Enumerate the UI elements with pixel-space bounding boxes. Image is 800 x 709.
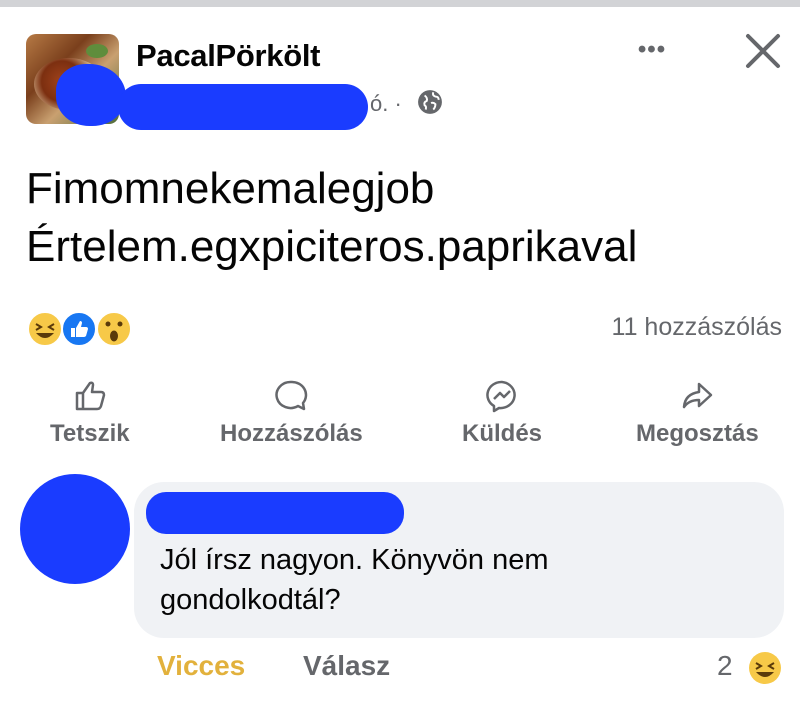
redacted-commenter-avatar (20, 474, 130, 584)
share-arrow-icon (683, 382, 713, 409)
comment-reaction-funny-button[interactable]: Vicces (157, 650, 245, 682)
comment-label: Hozzászólás (220, 420, 363, 447)
haha-icon (27, 311, 63, 347)
share-button[interactable]: Megosztás (636, 378, 759, 448)
comment-reply-button[interactable]: Válasz (303, 650, 390, 682)
comment-button[interactable]: Hozzászólás (220, 378, 363, 448)
comment-actions: Vicces Válasz 2 (157, 650, 797, 690)
thumbs-up-icon (75, 381, 106, 411)
more-options-button[interactable]: ••• (632, 32, 672, 68)
redacted-poster-name (118, 84, 368, 130)
haha-icon[interactable] (747, 650, 783, 686)
like-label: Tetszik (50, 420, 130, 447)
post-timestamp[interactable]: ó. · (370, 91, 402, 117)
post-action-bar: Tetszik Hozzászólás Küldés Megosztás (0, 378, 800, 458)
messenger-icon (486, 380, 516, 413)
reactions-summary[interactable] (26, 310, 138, 348)
comment-reaction-count[interactable]: 2 (717, 650, 733, 682)
comment-bubble-icon (275, 380, 308, 411)
post-text-line-2: Értelem.egxpiciteros.paprikaval (26, 222, 638, 271)
comment-text: Jól írsz nagyon. Könyvön nem gondolkodtá… (160, 544, 549, 616)
post-author-name[interactable]: PacalPörkölt (136, 38, 321, 74)
redacted-profile-picture (56, 64, 126, 126)
send-label: Küldés (462, 420, 543, 447)
comments-count[interactable]: 11 hozzászólás (612, 313, 782, 342)
share-label: Megosztás (636, 420, 759, 447)
avatar-garnish (86, 44, 108, 58)
redacted-commenter-name (146, 492, 404, 534)
like-button[interactable]: Tetszik (50, 378, 130, 448)
send-button[interactable]: Küldés (462, 378, 542, 448)
post-text: Fimomnekemalegjob Értelem.egxpiciteros.p… (26, 160, 637, 276)
like-icon (61, 311, 97, 347)
wow-icon (96, 311, 132, 347)
close-icon[interactable] (742, 30, 784, 72)
globe-icon (418, 90, 442, 114)
post-text-line-1: Fimomnekemalegjob (26, 164, 435, 213)
top-strip (0, 0, 800, 7)
